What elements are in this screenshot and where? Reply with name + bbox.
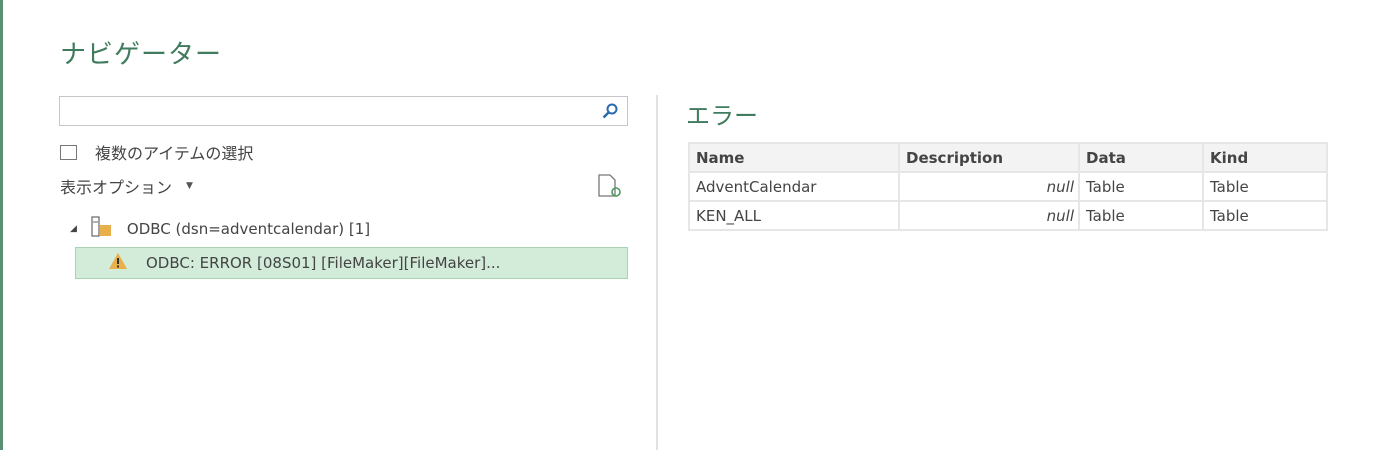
cell-description: null (898, 200, 1080, 231)
display-options-label: 表示オプション (60, 178, 173, 197)
table-row: AdventCalendar null Table Table (688, 171, 1328, 202)
database-icon (91, 216, 113, 242)
search-box[interactable] (59, 96, 628, 126)
multi-select-label: 複数のアイテムの選択 (95, 144, 254, 163)
cell-kind: Table (1202, 171, 1328, 202)
tree-error-label: ODBC: ERROR [08S01] [FileMaker][FileMake… (146, 254, 501, 272)
search-icon[interactable] (601, 102, 619, 124)
tree-item-odbc-source[interactable]: ◢ ODBC (dsn=adventcalendar) [1] (70, 216, 370, 242)
cell-data: Table (1078, 200, 1204, 231)
cell-kind: Table (1202, 200, 1328, 231)
column-header-data: Data (1078, 142, 1204, 173)
preview-table: Name Description Data Kind AdventCalenda… (688, 142, 1328, 231)
cell-name: AdventCalendar (688, 171, 900, 202)
cell-data: Table (1078, 171, 1204, 202)
column-header-name: Name (688, 142, 900, 173)
tree-root-label: ODBC (dsn=adventcalendar) [1] (126, 220, 371, 238)
cell-name: KEN_ALL (688, 200, 900, 231)
page-title: ナビゲーター (60, 40, 223, 70)
preview-title: エラー (686, 102, 758, 130)
column-header-description: Description (898, 142, 1080, 173)
multi-select-checkbox[interactable]: 複数のアイテムの選択 (60, 140, 253, 164)
refresh-icon[interactable] (597, 174, 623, 202)
pane-splitter[interactable] (656, 95, 658, 450)
collapse-triangle-icon[interactable]: ◢ (70, 224, 77, 234)
column-header-kind: Kind (1202, 142, 1328, 173)
checkbox-box[interactable] (60, 144, 77, 160)
cell-description: null (898, 171, 1080, 202)
warning-icon (108, 252, 128, 274)
search-input[interactable] (60, 97, 590, 125)
tree-item-error[interactable]: ODBC: ERROR [08S01] [FileMaker][FileMake… (75, 247, 628, 279)
chevron-down-icon: ▼ (186, 181, 193, 191)
table-header-row: Name Description Data Kind (688, 142, 1328, 173)
display-options-dropdown[interactable]: 表示オプション ▼ (60, 174, 193, 198)
table-row: KEN_ALL null Table Table (688, 200, 1328, 231)
window-left-border (0, 0, 3, 450)
